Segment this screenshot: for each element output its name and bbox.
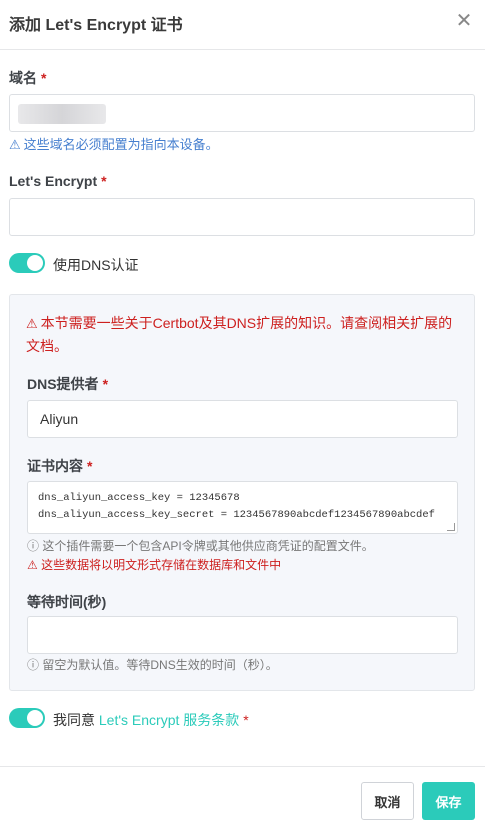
domain-hint-text: 这些域名必须配置为指向本设备。 bbox=[23, 137, 219, 152]
close-icon[interactable]: ✕ bbox=[453, 10, 475, 32]
wait-info: ⓘ 留空为默认值。等待DNS生效的时间（秒）。 bbox=[27, 656, 278, 673]
modal-header: 添加 Let's Encrypt 证书 ✕ bbox=[0, 0, 485, 50]
modal-title: 添加 Let's Encrypt 证书 bbox=[9, 17, 183, 34]
dns-warning-text: 本节需要一些关于Certbot及其DNS扩展的知识。请查阅相关扩展的文档。 bbox=[26, 315, 453, 354]
wait-seconds-input[interactable] bbox=[27, 616, 458, 654]
email-label: Let's Encrypt * bbox=[9, 173, 107, 189]
agree-prefix: 我同意 bbox=[53, 712, 99, 728]
terms-link[interactable]: Let's Encrypt 服务条款 bbox=[99, 712, 239, 728]
dns-provider-select[interactable]: Aliyun bbox=[27, 400, 458, 438]
warning-icon: ⚠ bbox=[26, 316, 38, 331]
wait-label: 等待时间(秒) bbox=[27, 594, 107, 610]
agree-toggle[interactable] bbox=[9, 708, 45, 728]
dns-provider-label-text: DNS提供者 bbox=[27, 376, 99, 392]
credentials-line: dns_aliyun_access_key_secret = 123456789… bbox=[38, 509, 435, 521]
footer-divider bbox=[0, 766, 485, 767]
credentials-warning: ⚠ 这些数据将以明文形式存储在数据库和文件中 bbox=[27, 556, 281, 573]
email-input[interactable] bbox=[9, 198, 475, 236]
credentials-info: ⓘ 这个插件需要一个包含API令牌或其他供应商凭证的配置文件。 bbox=[27, 537, 374, 554]
resize-handle[interactable] bbox=[447, 523, 455, 531]
info-icon: ⓘ bbox=[27, 539, 40, 553]
email-label-text: Let's Encrypt bbox=[9, 173, 98, 189]
toggle-knob bbox=[27, 710, 43, 726]
required-mark: * bbox=[87, 458, 93, 474]
dns-provider-label: DNS提供者 * bbox=[27, 374, 108, 394]
toggle-knob bbox=[27, 255, 43, 271]
domain-chip-redacted bbox=[18, 104, 106, 124]
credentials-warning-text: 这些数据将以明文形式存储在数据库和文件中 bbox=[41, 558, 282, 572]
cancel-button[interactable]: 取消 bbox=[361, 782, 414, 820]
wait-info-text: 留空为默认值。等待DNS生效的时间（秒）。 bbox=[42, 658, 278, 672]
domain-label-text: 域名 bbox=[9, 70, 37, 86]
dns-warning: ⚠ 本节需要一些关于Certbot及其DNS扩展的知识。请查阅相关扩展的文档。 bbox=[26, 312, 462, 357]
credentials-label-text: 证书内容 bbox=[27, 458, 83, 474]
credentials-label: 证书内容 * bbox=[27, 456, 92, 476]
credentials-line: dns_aliyun_access_key = 12345678 bbox=[38, 492, 240, 504]
info-icon: ⓘ bbox=[27, 658, 40, 672]
required-mark: * bbox=[243, 712, 249, 728]
domain-label: 域名 * bbox=[9, 68, 46, 88]
required-mark: * bbox=[41, 70, 47, 86]
warning-icon: ⚠ bbox=[27, 558, 38, 572]
save-button[interactable]: 保存 bbox=[422, 782, 475, 820]
domain-hint: ⚠ 这些域名必须配置为指向本设备。 bbox=[9, 134, 219, 153]
agree-label: 我同意 Let's Encrypt 服务条款 * bbox=[53, 710, 249, 730]
dns-challenge-toggle[interactable] bbox=[9, 253, 45, 273]
dns-challenge-label: 使用DNS认证 bbox=[53, 257, 139, 273]
warning-icon: ⚠ bbox=[9, 137, 21, 152]
required-mark: * bbox=[102, 376, 109, 392]
required-mark: * bbox=[101, 173, 107, 189]
credentials-textarea[interactable]: dns_aliyun_access_key = 12345678 dns_ali… bbox=[27, 481, 458, 534]
credentials-info-text: 这个插件需要一个包含API令牌或其他供应商凭证的配置文件。 bbox=[42, 539, 374, 553]
